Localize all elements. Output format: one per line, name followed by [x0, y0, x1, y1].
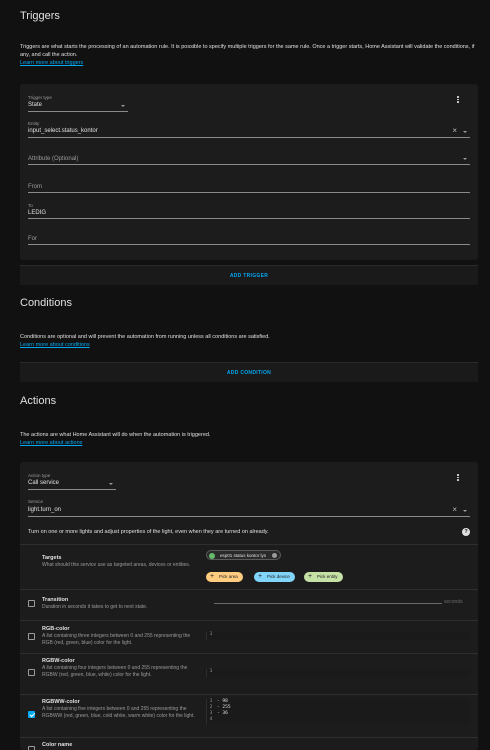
divider	[20, 653, 478, 654]
rgbw-color-description: A list containing four integers between …	[42, 665, 188, 678]
rgbw-color-editor[interactable]: 1	[206, 669, 470, 677]
automation-editor-page: Triggers Triggers are what starts the pr…	[0, 0, 490, 750]
actions-heading: Actions	[20, 395, 57, 407]
transition-checkbox[interactable]	[28, 600, 35, 607]
help-icon[interactable]: ?	[462, 528, 470, 536]
learn-more-actions-link[interactable]: Learn more about actions	[20, 439, 475, 447]
action-card: Action type Call service Service light.t…	[20, 462, 478, 750]
rgbww-color-editor[interactable]: 1 2 3 4 - 98 - 255 - 36	[206, 699, 470, 724]
divider	[20, 544, 478, 545]
selected-entity-chip[interactable]: esp01 status kontor lys	[206, 550, 282, 560]
pick-entity-button[interactable]: + Pick entity	[304, 572, 343, 582]
triggers-heading: Triggers	[20, 10, 60, 22]
lightbulb-icon	[209, 552, 215, 559]
add-condition-button[interactable]: ADD CONDITION	[20, 362, 478, 382]
chevron-down-icon[interactable]	[463, 158, 467, 160]
plus-icon: +	[210, 573, 215, 580]
trigger-type-select[interactable]: Trigger type State	[28, 92, 128, 112]
action-type-select[interactable]: Action type Call service	[28, 470, 116, 490]
divider	[20, 694, 478, 695]
rgbww-color-title: RGBWW-color	[42, 699, 80, 705]
entity-field[interactable]: Entity input_select.status_kontor ×	[28, 118, 470, 138]
trigger-menu-icon[interactable]	[457, 96, 459, 104]
pick-area-button[interactable]: + Pick area	[206, 572, 243, 582]
actions-description: The actions are what Home Assistant will…	[20, 431, 475, 447]
plus-icon: +	[258, 573, 263, 580]
action-menu-icon[interactable]	[457, 474, 459, 482]
chevron-down-icon[interactable]	[463, 510, 467, 512]
transition-description: Duration in seconds it takes to get to n…	[42, 604, 148, 610]
color-name-title: Color name	[42, 742, 73, 748]
divider	[20, 589, 478, 590]
targets-description: What should this service use as targeted…	[42, 562, 191, 568]
rgbww-color-checkbox[interactable]	[28, 711, 35, 718]
clear-icon[interactable]: ×	[452, 506, 457, 514]
chevron-down-icon	[121, 105, 125, 107]
chevron-down-icon[interactable]	[463, 131, 467, 133]
service-field[interactable]: Service light.turn_on ×	[28, 496, 470, 517]
pick-device-button[interactable]: + Pick device	[254, 572, 295, 582]
transition-slider[interactable]	[214, 603, 442, 604]
rgbww-color-description: A list containing five integers between …	[42, 706, 195, 719]
targets-title: Targets	[42, 555, 62, 561]
rgb-color-description: A list containing three integers between…	[42, 633, 191, 646]
conditions-description: Conditions are optional and will prevent…	[20, 333, 475, 349]
code-lines: - 98 - 255 - 36	[217, 699, 231, 716]
divider	[20, 737, 478, 738]
remove-chip-icon[interactable]	[272, 553, 278, 558]
rgbw-color-checkbox[interactable]	[28, 669, 35, 676]
rgb-color-title: RGB-color	[42, 626, 70, 632]
rgb-color-editor[interactable]: 1	[206, 632, 470, 640]
chevron-down-icon	[109, 483, 113, 485]
learn-more-triggers-link[interactable]: Learn more about triggers	[20, 59, 475, 67]
to-field[interactable]: To LEDIG	[28, 199, 470, 219]
attribute-field[interactable]: Attribute (Optional)	[28, 148, 470, 165]
color-name-checkbox[interactable]	[28, 746, 35, 750]
plus-icon: +	[308, 573, 313, 580]
conditions-heading: Conditions	[20, 297, 72, 309]
from-field[interactable]: From	[28, 176, 470, 193]
transition-title: Transition	[42, 597, 69, 603]
line-numbers: 1 2 3 4	[209, 699, 213, 722]
rgb-color-checkbox[interactable]	[28, 633, 35, 640]
learn-more-conditions-link[interactable]: Learn more about conditions	[20, 341, 475, 349]
divider	[20, 620, 478, 621]
for-field[interactable]: For	[28, 230, 470, 245]
clear-icon[interactable]: ×	[452, 127, 457, 135]
service-description: Turn on one or more lights and adjust pr…	[28, 529, 269, 535]
rgbw-color-title: RGBW-color	[42, 658, 75, 664]
add-trigger-button[interactable]: ADD TRIGGER	[20, 265, 478, 285]
triggers-description: Triggers are what starts the processing …	[20, 44, 475, 67]
transition-unit: seconds	[444, 599, 463, 605]
trigger-card: Trigger type State Entity input_select.s…	[20, 84, 478, 260]
